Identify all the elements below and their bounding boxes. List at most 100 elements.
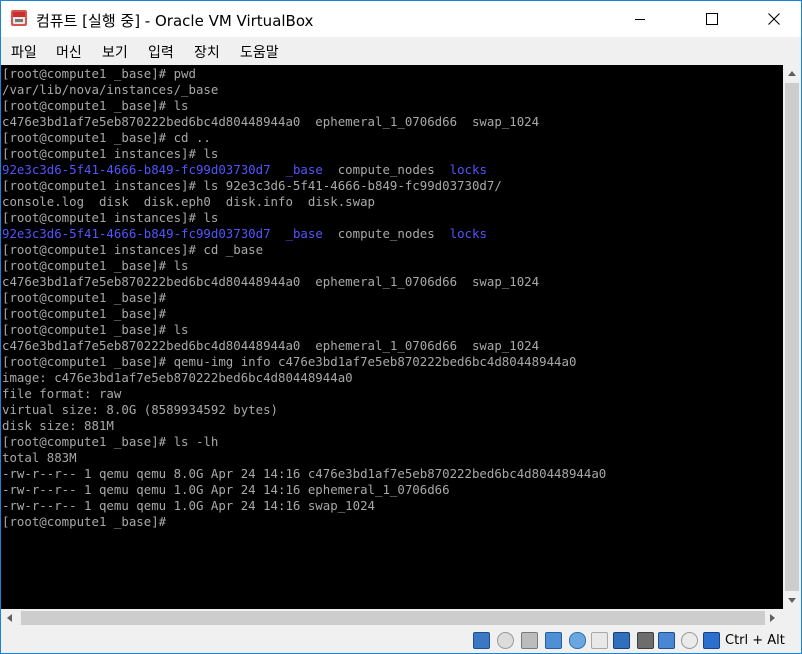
terminal-line: c476e3bd1af7e5eb870222bed6bc4d80448944a0… [2, 338, 539, 354]
vm-console-screen[interactable]: [root@compute1 _base]# pwd/var/lib/nova/… [1, 65, 783, 609]
terminal-text: [root@compute1 _base]# ls [2, 322, 189, 337]
terminal-text: virtual size: 8.0G (8589934592 bytes) [2, 402, 279, 417]
menu-input[interactable]: 입력 [148, 42, 174, 62]
status-bar: Ctrl + Alt [1, 627, 801, 653]
terminal-text: [root@compute1 instances]# ls [2, 146, 219, 161]
terminal-line: [root@compute1 instances]# ls [2, 146, 218, 162]
title-bar[interactable]: 컴퓨트 [실행 중] - Oracle VM VirtualBox [1, 1, 801, 37]
network-icon[interactable] [545, 632, 562, 649]
scroll-down-arrow-icon[interactable] [788, 598, 796, 603]
close-icon [768, 13, 780, 25]
terminal-text: [root@compute1 _base]# [2, 306, 167, 321]
directory-name: 92e3c3d6-5f41-4666-b849-fc99d03730d7 [2, 162, 271, 177]
terminal-text: [root@compute1 instances]# cd _base [2, 242, 264, 257]
terminal-line: [root@compute1 _base]# ls [2, 322, 189, 338]
scrollbar-corner [783, 609, 801, 627]
virtualbox-app-icon[interactable] [10, 9, 28, 27]
directory-name: _base [285, 162, 323, 177]
terminal-line: 92e3c3d6-5f41-4666-b849-fc99d03730d7 _ba… [2, 162, 487, 178]
terminal-line: [root@compute1 _base]# ls [2, 258, 189, 274]
terminal-text: /var/lib/nova/instances/_base [2, 82, 219, 97]
terminal-text: disk size: 881M [2, 418, 114, 433]
terminal-text: file format: raw [2, 386, 122, 401]
directory-name: 92e3c3d6-5f41-4666-b849-fc99d03730d7 [2, 226, 271, 241]
terminal-text: [root@compute1 _base]# [2, 514, 167, 529]
terminal-line: [root@compute1 instances]# ls 92e3c3d6-5… [2, 178, 502, 194]
terminal-line: file format: raw [2, 386, 121, 402]
terminal-line: [root@compute1 _base]# cd .. [2, 130, 211, 146]
terminal-line: [root@compute1 _base]# [2, 514, 166, 530]
menu-help[interactable]: 도움말 [240, 42, 279, 62]
terminal-text: [root@compute1 _base]# [2, 290, 167, 305]
video-capture-icon[interactable] [637, 632, 654, 649]
terminal-text: [root@compute1 instances]# ls [2, 210, 219, 225]
terminal-text: [root@compute1 _base]# qemu-img info c47… [2, 354, 577, 369]
menu-bar: 파일 머신 보기 입력 장치 도움말 [1, 37, 801, 65]
terminal-text: c476e3bd1af7e5eb870222bed6bc4d80448944a0… [2, 274, 540, 289]
terminal-line: /var/lib/nova/instances/_base [2, 82, 218, 98]
directory-name: locks [449, 162, 487, 177]
minimize-button[interactable] [617, 1, 663, 37]
directory-name: locks [449, 226, 487, 241]
terminal-text: compute_nodes [322, 162, 450, 177]
terminal-text: -rw-r--r-- 1 qemu qemu 1.0G Apr 24 14:16… [2, 498, 375, 513]
terminal-line: [root@compute1 _base]# [2, 306, 166, 322]
mouse-integration-icon[interactable] [681, 632, 698, 649]
terminal-line: virtual size: 8.0G (8589934592 bytes) [2, 402, 278, 418]
display-icon[interactable] [613, 632, 630, 649]
menu-view[interactable]: 보기 [102, 42, 128, 62]
terminal-line: c476e3bd1af7e5eb870222bed6bc4d80448944a0… [2, 274, 539, 290]
terminal-line: [root@compute1 _base]# pwd [2, 66, 196, 82]
scroll-up-arrow-icon[interactable] [788, 71, 796, 76]
terminal-line: c476e3bd1af7e5eb870222bed6bc4d80448944a0… [2, 114, 539, 130]
optical-drive-icon[interactable] [497, 632, 514, 649]
terminal-text: total 883M [2, 450, 77, 465]
maximize-button[interactable] [689, 1, 735, 37]
terminal-line: [root@compute1 instances]# cd _base [2, 242, 263, 258]
host-key-label: Ctrl + Alt [725, 633, 785, 648]
keyboard-capture-icon[interactable] [703, 632, 720, 649]
terminal-line: [root@compute1 instances]# ls [2, 210, 218, 226]
scroll-right-arrow-icon[interactable] [770, 614, 775, 622]
cpu-virtualization-icon[interactable] [658, 632, 675, 649]
menu-devices[interactable]: 장치 [194, 42, 220, 62]
terminal-line: disk size: 881M [2, 418, 114, 434]
maximize-icon [706, 13, 718, 25]
terminal-text: -rw-r--r-- 1 qemu qemu 1.0G Apr 24 14:16… [2, 482, 450, 497]
menu-machine[interactable]: 머신 [56, 42, 82, 62]
terminal-line: [root@compute1 _base]# qemu-img info c47… [2, 354, 576, 370]
terminal-text: -rw-r--r-- 1 qemu qemu 8.0G Apr 24 14:16… [2, 466, 607, 481]
close-button[interactable] [751, 1, 797, 37]
terminal-text: console.log disk disk.eph0 disk.info dis… [2, 194, 375, 209]
virtualbox-window: 컴퓨트 [실행 중] - Oracle VM VirtualBox 파일 머신 … [0, 0, 802, 654]
audio-icon[interactable] [521, 632, 538, 649]
terminal-line: -rw-r--r-- 1 qemu qemu 8.0G Apr 24 14:16… [2, 466, 606, 482]
terminal-text: [root@compute1 instances]# ls 92e3c3d6-5… [2, 178, 502, 193]
usb-icon[interactable] [569, 632, 586, 649]
hard-disk-icon[interactable] [473, 632, 490, 649]
terminal-text: c476e3bd1af7e5eb870222bed6bc4d80448944a0… [2, 114, 540, 129]
terminal-text: [root@compute1 _base]# ls [2, 258, 189, 273]
terminal-line: -rw-r--r-- 1 qemu qemu 1.0G Apr 24 14:16… [2, 482, 450, 498]
terminal-text: [root@compute1 _base]# ls [2, 98, 189, 113]
shared-folders-icon[interactable] [591, 632, 608, 649]
window-title: 컴퓨트 [실행 중] - Oracle VM VirtualBox [36, 12, 314, 30]
directory-name: _base [285, 226, 323, 241]
terminal-text: [root@compute1 _base]# cd .. [2, 130, 211, 145]
vertical-scroll-thumb[interactable] [785, 83, 799, 591]
minimize-icon [635, 19, 645, 20]
terminal-line: [root@compute1 _base]# ls [2, 98, 189, 114]
terminal-line: 92e3c3d6-5f41-4666-b849-fc99d03730d7 _ba… [2, 226, 487, 242]
scroll-left-arrow-icon[interactable] [7, 614, 12, 622]
terminal-line: [root@compute1 _base]# [2, 290, 166, 306]
terminal-text: [root@compute1 _base]# pwd [2, 66, 196, 81]
terminal-line: image: c476e3bd1af7e5eb870222bed6bc4d804… [2, 370, 353, 386]
terminal-line: total 883M [2, 450, 77, 466]
horizontal-scroll-thumb[interactable] [21, 611, 765, 625]
terminal-text: compute_nodes [322, 226, 450, 241]
menu-file[interactable]: 파일 [11, 42, 37, 62]
terminal-line: -rw-r--r-- 1 qemu qemu 1.0G Apr 24 14:16… [2, 498, 375, 514]
terminal-text: image: c476e3bd1af7e5eb870222bed6bc4d804… [2, 370, 353, 385]
